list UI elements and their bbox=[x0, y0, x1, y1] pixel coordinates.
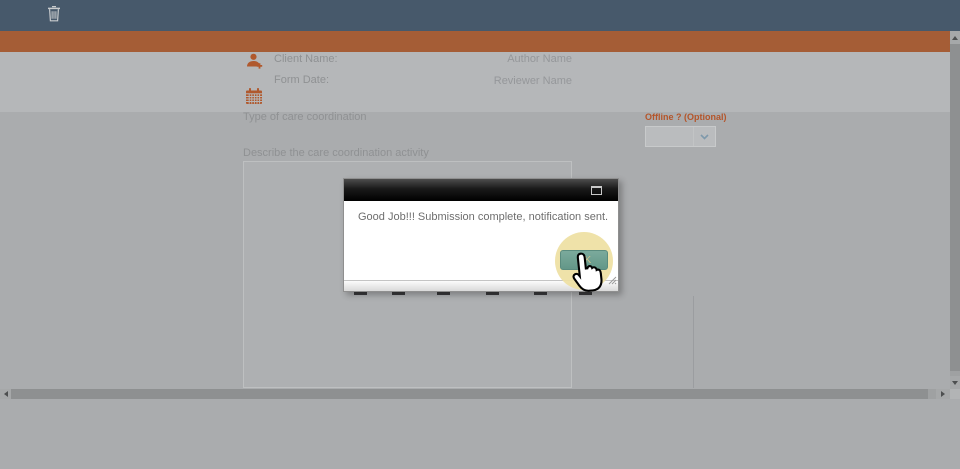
calendar-icon[interactable] bbox=[245, 87, 263, 110]
dialog-title-bar[interactable] bbox=[344, 179, 618, 201]
describe-activity-label: Describe the care coordination activity bbox=[243, 147, 429, 159]
app-window: Client Name: Author Name Form Date: Revi… bbox=[0, 0, 960, 469]
horizontal-scrollbar-thumb[interactable] bbox=[11, 389, 928, 399]
add-person-icon[interactable] bbox=[245, 52, 264, 76]
vertical-scrollbar-thumb[interactable] bbox=[950, 44, 960, 371]
client-name-label: Client Name: bbox=[274, 53, 338, 65]
author-name-label: Author Name bbox=[507, 53, 572, 65]
type-of-care-label: Type of care coordination bbox=[243, 111, 367, 123]
hidden-button-edge bbox=[392, 292, 405, 295]
scrollbar-corner bbox=[950, 389, 960, 399]
top-navigation-bar bbox=[0, 0, 960, 31]
right-arrow-icon bbox=[941, 391, 945, 397]
up-arrow-icon bbox=[952, 35, 958, 40]
hidden-button-edge bbox=[354, 292, 367, 295]
panel-edge-line bbox=[693, 296, 694, 388]
delete-button[interactable] bbox=[47, 5, 65, 25]
left-arrow-icon bbox=[3, 391, 8, 397]
scroll-right-button[interactable] bbox=[936, 389, 950, 399]
down-arrow-icon bbox=[952, 380, 958, 385]
vertical-scrollbar[interactable] bbox=[950, 31, 960, 389]
scroll-down-button[interactable] bbox=[950, 376, 960, 389]
horizontal-scrollbar[interactable] bbox=[0, 389, 950, 399]
chevron-down-icon[interactable] bbox=[693, 127, 715, 146]
cursor-hand-icon bbox=[567, 249, 608, 300]
offline-select[interactable] bbox=[645, 126, 716, 147]
hidden-button-edge bbox=[534, 292, 547, 295]
reviewer-name-label: Reviewer Name bbox=[493, 75, 572, 87]
form-date-label: Form Date: bbox=[274, 74, 330, 86]
accent-bar bbox=[0, 31, 950, 52]
scroll-left-button[interactable] bbox=[0, 389, 11, 399]
hidden-button-edge bbox=[437, 292, 450, 295]
scroll-up-button[interactable] bbox=[950, 31, 960, 44]
maximize-icon[interactable] bbox=[591, 186, 602, 195]
offline-optional-label: Offline ? (Optional) bbox=[645, 112, 727, 122]
dialog-message: Good Job!!! Submission complete, notific… bbox=[358, 211, 609, 223]
trash-icon bbox=[47, 6, 61, 26]
hidden-button-edge bbox=[486, 292, 499, 295]
